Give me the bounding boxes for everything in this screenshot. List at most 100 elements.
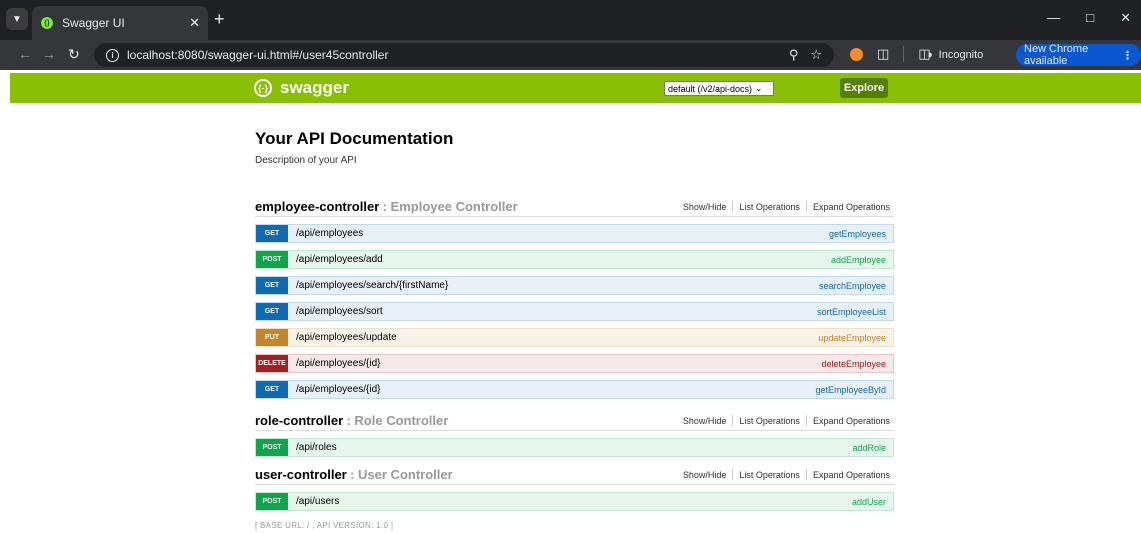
controller-heading: employee-controller : Employee Controlle…	[255, 197, 894, 217]
controller-actions: Show/Hide List Operations Expand Operati…	[677, 415, 894, 426]
list-operations-link[interactable]: List Operations	[733, 416, 806, 426]
method-badge: POST	[256, 439, 288, 456]
operation-nickname[interactable]: getEmployees	[829, 229, 893, 239]
address-bar[interactable]: i localhost:8080/swagger-ui.html#/user45…	[94, 43, 834, 67]
operation-row[interactable]: GET /api/employees/{id} getEmployeeById	[255, 380, 894, 399]
controller-user: user-controller : User Controller Show/H…	[255, 465, 894, 511]
chrome-update-button[interactable]: New Chrome available ⋮	[1016, 43, 1141, 67]
api-description: Description of your API	[255, 155, 357, 166]
controller-description: : User Controller	[350, 467, 453, 482]
operation-nickname[interactable]: getEmployeeById	[815, 385, 893, 395]
operation-path[interactable]: /api/users	[288, 496, 852, 507]
bookmark-star-icon[interactable]: ☆	[810, 47, 822, 63]
swagger-logo[interactable]: {-} swagger	[254, 78, 349, 98]
kebab-menu-icon: ⋮	[1122, 49, 1133, 62]
operation-row[interactable]: POST /api/employees/add addEmployee	[255, 250, 894, 269]
operation-row[interactable]: POST /api/roles addRole	[255, 438, 894, 457]
method-badge: POST	[256, 493, 288, 510]
window-controls: — □ ✕	[1047, 10, 1131, 26]
controller-role: role-controller : Role Controller Show/H…	[255, 411, 894, 457]
puzzle-icon[interactable]: ◫	[877, 46, 889, 62]
method-badge: GET	[256, 381, 288, 398]
controller-heading: user-controller : User Controller Show/H…	[255, 465, 894, 485]
operation-row[interactable]: PUT /api/employees/update updateEmployee	[255, 328, 894, 347]
operation-nickname[interactable]: addUser	[852, 497, 893, 507]
method-badge: PUT	[256, 329, 288, 346]
list-operations-link[interactable]: List Operations	[733, 202, 806, 212]
expand-operations-link[interactable]: Expand Operations	[807, 470, 894, 480]
base-url-footer: [ BASE URL: / , API VERSION: 1.0 ]	[255, 521, 394, 530]
operation-path[interactable]: /api/employees/add	[288, 254, 831, 265]
operation-path[interactable]: /api/employees/update	[288, 332, 818, 343]
site-info-icon[interactable]: i	[106, 48, 119, 62]
swagger-logo-icon: {-}	[254, 79, 272, 97]
operation-path[interactable]: /api/employees/sort	[288, 306, 817, 317]
controller-actions: Show/Hide List Operations Expand Operati…	[677, 201, 894, 212]
extensions-area: ◫ ◫	[850, 46, 931, 62]
operation-row[interactable]: GET /api/employees getEmployees	[255, 224, 894, 243]
operation-path[interactable]: /api/employees/{id}	[288, 358, 821, 369]
show-hide-link[interactable]: Show/Hide	[677, 470, 733, 480]
method-badge: GET	[256, 225, 288, 242]
list-operations-link[interactable]: List Operations	[733, 470, 806, 480]
incognito-label: Incognito	[938, 49, 984, 61]
back-icon[interactable]: ←	[18, 46, 32, 62]
method-badge: GET	[256, 277, 288, 294]
controller-name[interactable]: employee-controller	[255, 199, 379, 214]
operation-nickname[interactable]: updateEmployee	[818, 333, 893, 343]
controller-description: : Role Controller	[346, 413, 449, 428]
show-hide-link[interactable]: Show/Hide	[677, 416, 733, 426]
operation-row[interactable]: DELETE /api/employees/{id} deleteEmploye…	[255, 354, 894, 373]
new-tab-icon[interactable]: +	[214, 10, 225, 28]
swagger-header: {-} swagger default (/v2/api-docs) ⌄ Exp…	[10, 73, 1141, 103]
update-label: New Chrome available	[1024, 43, 1089, 67]
tab-title: Swagger UI	[62, 16, 125, 30]
method-badge: POST	[256, 251, 288, 268]
expand-operations-link[interactable]: Expand Operations	[807, 202, 894, 212]
controller-name[interactable]: role-controller	[255, 413, 343, 428]
controller-name[interactable]: user-controller	[255, 467, 347, 482]
operation-nickname[interactable]: addEmployee	[831, 255, 893, 265]
tab-close-icon[interactable]: ✕	[189, 15, 200, 31]
browser-tab[interactable]: {} Swagger UI ✕	[32, 6, 208, 40]
method-badge: DELETE	[256, 355, 288, 372]
show-hide-link[interactable]: Show/Hide	[677, 202, 733, 212]
operation-nickname[interactable]: sortEmployeeList	[817, 307, 893, 317]
controller-employee: employee-controller : Employee Controlle…	[255, 197, 894, 399]
controller-heading: role-controller : Role Controller Show/H…	[255, 411, 894, 431]
swagger-favicon-icon: {}	[40, 16, 54, 30]
spec-select[interactable]: default (/v2/api-docs) ⌄	[664, 81, 774, 96]
logo-text: swagger	[280, 78, 349, 97]
operation-path[interactable]: /api/roles	[288, 442, 852, 453]
forward-icon[interactable]: →	[42, 46, 56, 62]
zoom-icon[interactable]: ⚲	[789, 47, 799, 63]
browser-titlebar: ▼ {} Swagger UI ✕ + — □ ✕	[0, 0, 1141, 40]
operation-nickname[interactable]: addRole	[852, 443, 893, 453]
tab-search-icon[interactable]: ▼	[6, 8, 28, 30]
spec-selected-value: default (/v2/api-docs)	[668, 83, 753, 94]
controller-description: : Employee Controller	[382, 199, 518, 214]
reload-icon[interactable]: ↻	[68, 46, 80, 63]
browser-toolbar: ← → ↻ i localhost:8080/swagger-ui.html#/…	[0, 40, 1141, 70]
restore-icon[interactable]: □	[1086, 10, 1094, 26]
minimize-icon[interactable]: —	[1047, 10, 1060, 26]
url-text: localhost:8080/swagger-ui.html#/user45co…	[127, 48, 389, 62]
operation-row[interactable]: GET /api/employees/sort sortEmployeeList	[255, 302, 894, 321]
operation-row[interactable]: GET /api/employees/search/{firstName} se…	[255, 276, 894, 295]
operation-path[interactable]: /api/employees	[288, 228, 829, 239]
operation-path[interactable]: /api/employees/{id}	[288, 384, 815, 395]
toolbar-separator	[903, 46, 905, 62]
operation-nickname[interactable]: searchEmployee	[819, 281, 893, 291]
method-badge: GET	[256, 303, 288, 320]
expand-operations-link[interactable]: Expand Operations	[807, 416, 894, 426]
operation-path[interactable]: /api/employees/search/{firstName}	[288, 280, 819, 291]
incognito-icon: ◑	[926, 49, 933, 61]
controller-actions: Show/Hide List Operations Expand Operati…	[677, 469, 894, 480]
chevron-down-icon: ⌄	[755, 83, 763, 93]
extension-icon[interactable]	[850, 47, 863, 61]
explore-button[interactable]: Explore	[840, 78, 888, 98]
operation-row[interactable]: POST /api/users addUser	[255, 492, 894, 511]
operation-nickname[interactable]: deleteEmployee	[821, 359, 893, 369]
close-window-icon[interactable]: ✕	[1120, 10, 1131, 26]
incognito-indicator[interactable]: ◑ Incognito	[920, 45, 989, 65]
